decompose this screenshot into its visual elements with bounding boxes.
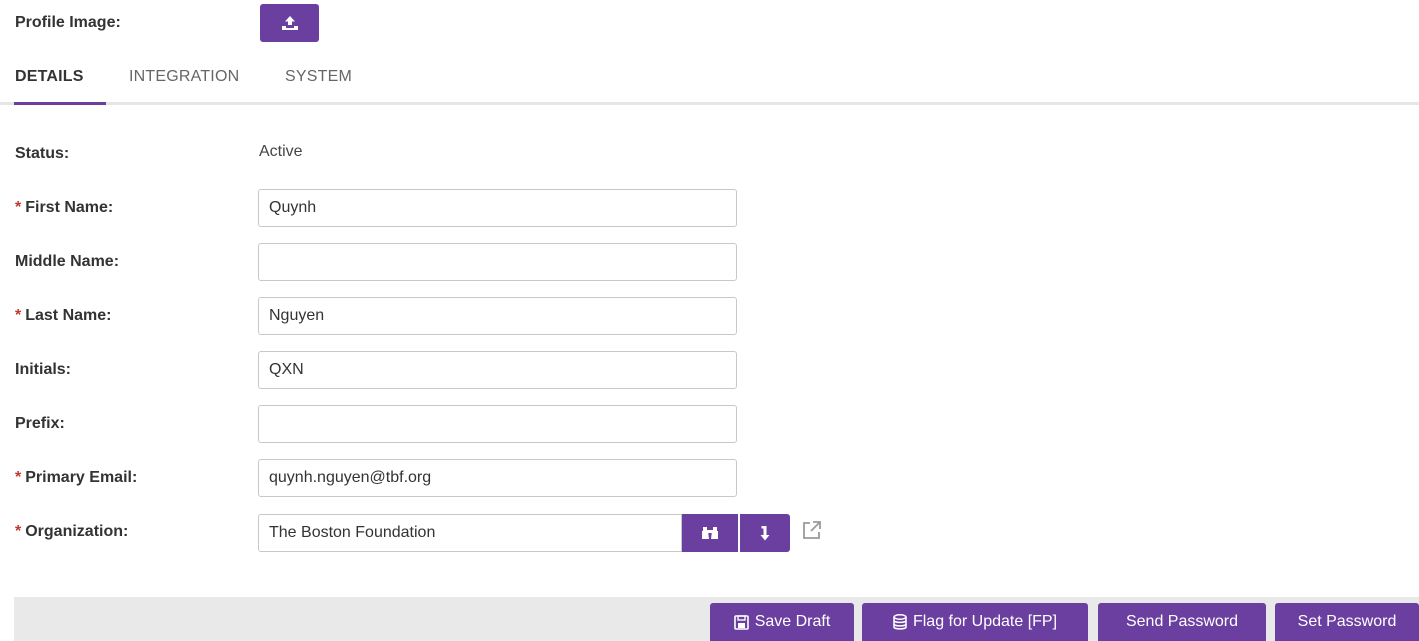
first-name-label-text: First Name: [25,199,114,216]
set-password-label: Set Password [1297,613,1397,630]
middle-name-label: Middle Name: [15,253,120,270]
prefix-label: Prefix: [15,415,65,432]
status-label: Status: [15,145,70,162]
required-marker: * [15,523,22,540]
last-name-label-text: Last Name: [25,307,112,324]
select-organization-button[interactable] [740,514,790,552]
primary-email-label: * Primary Email: [15,469,137,487]
user-profile-page: Profile Image: DETAILS INTEGRATION SYSTE… [0,0,1419,641]
send-password-button[interactable]: Send Password [1098,603,1266,641]
set-password-button[interactable]: Set Password [1275,603,1419,641]
tab-system[interactable]: SYSTEM [285,68,352,105]
profile-image-label: Profile Image: [15,14,121,31]
save-icon [733,614,749,630]
organization-label: * Organization: [15,523,128,541]
binoculars-icon [702,527,718,539]
initials-label: Initials: [15,361,72,378]
last-name-label: * Last Name: [15,307,111,325]
middle-name-field[interactable] [258,243,737,281]
tab-integration[interactable]: INTEGRATION [129,68,239,105]
active-tab-indicator [14,102,106,105]
flag-for-update-button[interactable]: Flag for Update [FP] [862,603,1088,641]
required-marker: * [15,469,22,486]
external-link-icon [803,521,821,539]
find-organization-button[interactable] [682,514,738,552]
status-value: Active [259,143,303,160]
primary-email-label-text: Primary Email: [25,469,138,486]
database-icon [893,614,907,630]
save-draft-label: Save Draft [754,613,831,630]
organization-label-text: Organization: [25,523,129,540]
upload-icon [281,16,298,30]
prefix-field[interactable] [258,405,737,443]
last-name-field[interactable] [258,297,737,335]
first-name-label: * First Name: [15,199,113,217]
arrow-down-icon [760,526,770,541]
tab-details[interactable]: DETAILS [15,68,84,105]
tab-bar: DETAILS INTEGRATION SYSTEM [0,60,1419,106]
required-marker: * [15,307,22,324]
organization-field[interactable] [258,514,682,552]
primary-email-field[interactable] [258,459,737,497]
required-marker: * [15,199,22,216]
upload-image-button[interactable] [260,4,319,42]
flag-for-update-label: Flag for Update [FP] [912,613,1058,630]
open-organization-link[interactable] [800,518,824,542]
send-password-label: Send Password [1125,613,1239,630]
save-draft-button[interactable]: Save Draft [710,603,854,641]
first-name-field[interactable] [258,189,737,227]
initials-field[interactable] [258,351,737,389]
